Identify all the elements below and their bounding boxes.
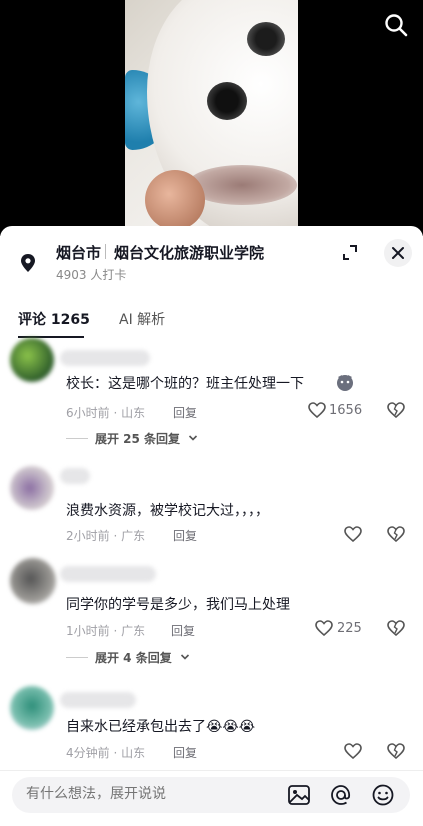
replies-divider	[66, 438, 88, 439]
comment-sheet: 烟台市 烟台文化旅游职业学院 4903 人打卡 评论 1265 AI 解析 校长…	[0, 226, 423, 826]
tab-comments[interactable]: 评论 1265	[18, 309, 90, 329]
comment-meta: 4分钟前 · 山东	[66, 746, 146, 760]
like-count: 1656	[329, 403, 363, 418]
close-button[interactable]	[384, 239, 412, 267]
finger-image	[145, 170, 205, 230]
comment-item: 自来水已经承包出去了😭😭😭 4分钟前 · 山东 回复	[0, 682, 423, 770]
chevron-down-icon	[180, 654, 190, 660]
comment-text: 浪费水资源，被学校记大过，，，，	[66, 503, 269, 519]
avatar[interactable]	[10, 466, 54, 510]
reply-button[interactable]: 回复	[173, 527, 197, 544]
like-heart-icon[interactable]	[343, 742, 363, 760]
like-heart-icon[interactable]	[314, 619, 334, 637]
comment-item: 同学你的学号是多少，我们马上处理 1小时前 · 广东 回复 225 展开 4 条…	[0, 552, 423, 682]
comment-meta: 6小时前 · 山东	[66, 406, 146, 420]
tab-bar: 评论 1265 AI 解析	[0, 304, 423, 340]
username-blurred[interactable]	[60, 692, 136, 708]
reply-button[interactable]: 回复	[173, 744, 197, 761]
comment-input-box[interactable]	[12, 777, 410, 813]
location-bar[interactable]: 烟台市 烟台文化旅游职业学院 4903 人打卡	[0, 226, 423, 284]
location-place: 烟台文化旅游职业学院	[114, 244, 265, 262]
dislike-heart-icon[interactable]	[386, 525, 406, 543]
expand-replies-button[interactable]: 展开 25 条回复	[95, 430, 180, 447]
dislike-heart-icon[interactable]	[386, 401, 406, 419]
comment-item: 校长：这是哪个班的？班主任处理一下 6小时前 · 山东 回复 1656 展开 2…	[0, 336, 423, 446]
checkin-count: 4903 人打卡	[56, 268, 127, 282]
comment-meta: 2小时前 · 广东	[66, 529, 146, 543]
close-icon	[392, 247, 404, 259]
video-frame	[125, 0, 298, 236]
cat-spot	[207, 82, 247, 120]
search-icon[interactable]	[383, 12, 409, 38]
reply-button[interactable]: 回复	[173, 404, 197, 421]
tab-ai-analysis[interactable]: AI 解析	[119, 309, 165, 329]
cat-emoji-icon	[337, 375, 353, 391]
avatar[interactable]	[10, 686, 54, 730]
comment-text: 校长：这是哪个班的？班主任处理一下	[66, 376, 304, 392]
avatar[interactable]	[10, 338, 54, 382]
replies-divider	[66, 657, 88, 658]
comment-meta: 1小时前 · 广东	[66, 624, 146, 638]
comment-item: 浪费水资源，被学校记大过，，，， 2小时前 · 广东 回复	[0, 462, 423, 552]
comment-composer	[0, 770, 423, 826]
comment-text: 同学你的学号是多少，我们马上处理	[66, 597, 290, 613]
username-blurred[interactable]	[60, 468, 90, 484]
like-heart-icon[interactable]	[307, 401, 327, 419]
reply-button[interactable]: 回复	[171, 622, 195, 639]
expand-replies-button[interactable]: 展开 4 条回复	[95, 649, 172, 666]
dislike-heart-icon[interactable]	[386, 619, 406, 637]
username-blurred[interactable]	[60, 350, 150, 366]
avatar[interactable]	[10, 558, 56, 604]
mention-icon[interactable]	[328, 782, 354, 808]
location-city: 烟台市	[56, 244, 102, 262]
username-blurred[interactable]	[60, 566, 156, 582]
like-heart-icon[interactable]	[343, 525, 363, 543]
cat-spot	[247, 22, 285, 56]
location-pin-icon	[21, 254, 35, 272]
video-player[interactable]	[0, 0, 423, 236]
comment-text: 自来水已经承包出去了😭😭😭	[66, 719, 256, 735]
dislike-heart-icon[interactable]	[386, 742, 406, 760]
location-divider	[105, 244, 106, 259]
image-icon[interactable]	[286, 782, 312, 808]
like-count: 225	[337, 621, 362, 636]
chevron-down-icon	[188, 435, 198, 441]
emoji-icon[interactable]	[370, 782, 396, 808]
expand-icon[interactable]	[339, 242, 361, 264]
